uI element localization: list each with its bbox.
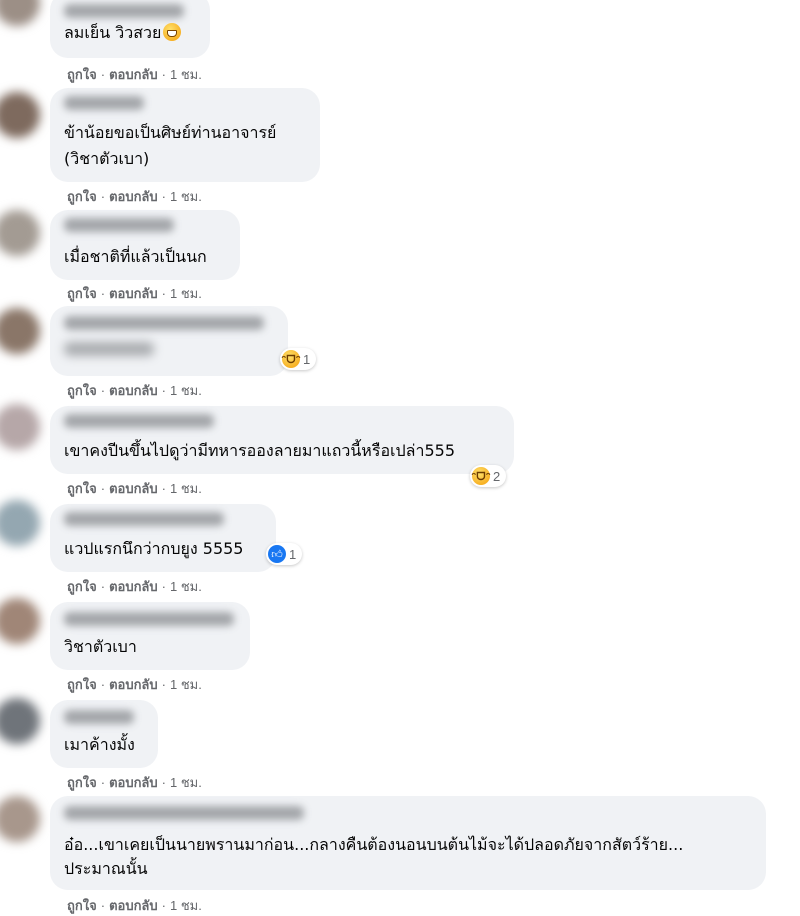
- timestamp[interactable]: 1 ชม.: [170, 67, 202, 82]
- comment-actions: ถูกใจ · ตอบกลับ · 1 ชม.: [67, 775, 202, 790]
- like-link[interactable]: ถูกใจ: [67, 286, 97, 301]
- comment-actions: ถูกใจ · ตอบกลับ · 1 ชม.: [67, 286, 202, 301]
- like-icon: 👍︎: [268, 545, 286, 563]
- reaction-count: 1: [289, 546, 297, 562]
- commenter-name[interactable]: [64, 512, 224, 526]
- comment-actions: ถูกใจ · ตอบกลับ · 1 ชม.: [67, 898, 202, 913]
- reaction-summary[interactable]: 👍︎ 1: [266, 543, 303, 565]
- timestamp[interactable]: 1 ชม.: [170, 579, 202, 594]
- comment-bubble: ข้าน้อยขอเป็นศิษย์ท่านอาจารย์ (วิชาตัวเบ…: [50, 88, 320, 182]
- like-link[interactable]: ถูกใจ: [67, 481, 97, 496]
- reply-link[interactable]: ตอบกลับ: [109, 383, 158, 398]
- comment-text: เมาค้างมั้ง: [64, 734, 135, 756]
- comment-actions: ถูกใจ · ตอบกลับ · 1 ชม.: [67, 677, 202, 692]
- commenter-name[interactable]: [64, 316, 264, 330]
- reply-link[interactable]: ตอบกลับ: [109, 677, 158, 692]
- comment-text-line: ข้าน้อยขอเป็นศิษย์ท่านอาจารย์: [64, 123, 277, 142]
- comment-text: อ๋อ...เขาเคยเป็นนายพรานมาก่อน...กลางคืนต…: [64, 834, 683, 880]
- comment-bubble: เขาคงปีนขึ้นไปดูว่ามีทหารอองลายมาแถวนี้ห…: [50, 406, 514, 474]
- reply-link[interactable]: ตอบกลับ: [109, 898, 158, 913]
- like-link[interactable]: ถูกใจ: [67, 67, 97, 82]
- comment-text-line: แวปแรกนึกว่ากบยูง 5555: [64, 539, 244, 558]
- commenter-name[interactable]: [64, 612, 234, 626]
- comment-bubble: แวปแรกนึกว่ากบยูง 5555: [50, 504, 276, 572]
- comment-text-line: (วิชาตัวเบา): [64, 149, 150, 168]
- like-link[interactable]: ถูกใจ: [67, 677, 97, 692]
- like-link[interactable]: ถูกใจ: [67, 383, 97, 398]
- comment-thread: ลมเย็น วิวสวย ถูกใจ · ตอบกลับ · 1 ชม. ข้าน้อ…: [0, 0, 800, 916]
- comment-text: เมื่อชาติที่แล้วเป็นนก: [64, 246, 207, 268]
- comment-text: ข้าน้อยขอเป็นศิษย์ท่านอาจารย์ (วิชาตัวเบ…: [64, 122, 276, 170]
- commenter-name[interactable]: [64, 806, 304, 820]
- avatar[interactable]: [0, 0, 40, 26]
- timestamp[interactable]: 1 ชม.: [170, 677, 202, 692]
- comment-actions: ถูกใจ · ตอบกลับ · 1 ชม.: [67, 579, 202, 594]
- reaction-count: 2: [493, 468, 501, 484]
- comment-text-line: ลมเย็น วิวสวย: [64, 23, 162, 42]
- comment-text-line: อ๋อ...เขาเคยเป็นนายพรานมาก่อน...กลางคืนต…: [64, 835, 684, 854]
- comment-bubble: อ๋อ...เขาเคยเป็นนายพรานมาก่อน...กลางคืนต…: [50, 796, 766, 890]
- grinning-face-icon: [163, 23, 182, 41]
- comment-text-line: เขาคงปีนขึ้นไปดูว่ามีทหารอองลายมาแถวนี้ห…: [64, 441, 456, 460]
- comment-text: แวปแรกนึกว่ากบยูง 5555: [64, 538, 243, 560]
- comment-text-line: วิชาตัวเบา: [64, 637, 137, 656]
- comment-bubble: วิชาตัวเบา: [50, 602, 250, 670]
- comment-bubble: เมาค้างมั้ง: [50, 700, 158, 768]
- timestamp[interactable]: 1 ชม.: [170, 286, 202, 301]
- like-link[interactable]: ถูกใจ: [67, 898, 97, 913]
- comment-text-line: ประมาณนั้น: [64, 859, 148, 878]
- reply-link[interactable]: ตอบกลับ: [109, 286, 158, 301]
- comment-text-blurred: [64, 342, 154, 356]
- reply-link[interactable]: ตอบกลับ: [109, 67, 158, 82]
- avatar[interactable]: [0, 404, 40, 450]
- like-link[interactable]: ถูกใจ: [67, 579, 97, 594]
- comment-bubble: เมื่อชาติที่แล้วเป็นนก: [50, 210, 240, 280]
- reply-link[interactable]: ตอบกลับ: [109, 775, 158, 790]
- avatar[interactable]: [0, 698, 40, 744]
- comment-text: ลมเย็น วิวสวย: [64, 22, 182, 44]
- timestamp[interactable]: 1 ชม.: [170, 383, 202, 398]
- comment-text-line: เมาค้างมั้ง: [64, 735, 135, 754]
- reaction-count: 1: [303, 351, 311, 367]
- avatar[interactable]: [0, 500, 40, 546]
- comment-bubble: ลมเย็น วิวสวย: [50, 0, 210, 58]
- like-link[interactable]: ถูกใจ: [67, 775, 97, 790]
- like-link[interactable]: ถูกใจ: [67, 189, 97, 204]
- avatar[interactable]: [0, 210, 40, 256]
- timestamp[interactable]: 1 ชม.: [170, 775, 202, 790]
- avatar[interactable]: [0, 308, 40, 354]
- avatar[interactable]: [0, 598, 40, 644]
- commenter-name[interactable]: [64, 414, 214, 428]
- commenter-name[interactable]: [64, 96, 144, 110]
- avatar[interactable]: [0, 796, 40, 842]
- haha-icon: ᵔᗜᵔ: [471, 467, 491, 485]
- comment-text: เขาคงปีนขึ้นไปดูว่ามีทหารอองลายมาแถวนี้ห…: [64, 440, 455, 462]
- comment-actions: ถูกใจ · ตอบกลับ · 1 ชม.: [67, 67, 202, 82]
- reaction-summary[interactable]: ᵔᗜᵔ 2: [470, 465, 507, 487]
- reaction-summary[interactable]: ᵔᗜᵔ 1: [280, 348, 317, 370]
- comment-text: วิชาตัวเบา: [64, 636, 137, 658]
- comment-actions: ถูกใจ · ตอบกลับ · 1 ชม.: [67, 383, 202, 398]
- comment-actions: ถูกใจ · ตอบกลับ · 1 ชม.: [67, 189, 202, 204]
- timestamp[interactable]: 1 ชม.: [170, 189, 202, 204]
- avatar[interactable]: [0, 92, 40, 138]
- timestamp[interactable]: 1 ชม.: [170, 898, 202, 913]
- comment-text-line: เมื่อชาติที่แล้วเป็นนก: [64, 247, 207, 266]
- haha-icon: ᵔᗜᵔ: [281, 350, 301, 368]
- commenter-name[interactable]: [64, 710, 134, 724]
- reply-link[interactable]: ตอบกลับ: [109, 189, 158, 204]
- reply-link[interactable]: ตอบกลับ: [109, 481, 158, 496]
- commenter-name[interactable]: [64, 218, 174, 232]
- comment-bubble: [50, 306, 288, 376]
- reply-link[interactable]: ตอบกลับ: [109, 579, 158, 594]
- comment-actions: ถูกใจ · ตอบกลับ · 1 ชม.: [67, 481, 202, 496]
- commenter-name[interactable]: [64, 4, 184, 18]
- timestamp[interactable]: 1 ชม.: [170, 481, 202, 496]
